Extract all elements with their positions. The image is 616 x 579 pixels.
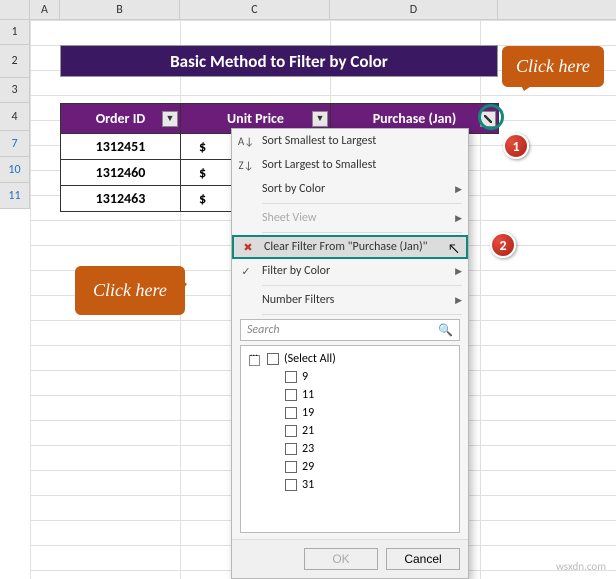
clear-filter-icon: ✖ — [240, 239, 256, 255]
row-header-4[interactable]: 4 — [0, 103, 29, 131]
col-header-D[interactable]: D — [330, 0, 498, 19]
row-headers: 123471011 — [0, 20, 30, 209]
cursor-icon: ↖ — [448, 240, 460, 257]
sort-by-color-label: Sort by Color — [262, 182, 325, 196]
sort-ascending[interactable]: A↓ Sort Smallest to Largest — [232, 129, 468, 153]
dialog-buttons: OK Cancel — [232, 539, 468, 578]
tree-item[interactable]: 19 — [245, 404, 455, 422]
tree-item[interactable]: 29 — [245, 458, 455, 476]
checkbox[interactable] — [285, 371, 297, 383]
col-header-B[interactable]: B — [60, 0, 180, 19]
cancel-button[interactable]: Cancel — [386, 548, 460, 570]
row-header-11[interactable]: 11 — [0, 183, 29, 209]
tree-label: 19 — [302, 406, 314, 420]
checkbox[interactable] — [285, 407, 297, 419]
sort-by-color[interactable]: Sort by Color ▶ — [232, 177, 468, 201]
tree-item[interactable]: 23 — [245, 440, 455, 458]
submenu-arrow-icon: ▶ — [455, 266, 462, 277]
tree-label: 31 — [302, 478, 314, 492]
header-label: Purchase (Jan) — [373, 110, 457, 127]
checkbox[interactable] — [285, 443, 297, 455]
filter-by-color[interactable]: ✓ Filter by Color ▶ — [232, 259, 468, 283]
order-id-cell[interactable]: 1312463 — [61, 186, 181, 212]
col-header-corner[interactable] — [0, 0, 30, 19]
highlight-ring — [478, 104, 504, 130]
tree-label: 23 — [302, 442, 314, 456]
sort-asc-label: Sort Smallest to Largest — [262, 134, 376, 148]
callout-click-here-2: Click here — [75, 266, 185, 315]
sort-descending[interactable]: Z↓ Sort Largest to Smallest — [232, 153, 468, 177]
col-header-cell: Order ID ▼ — [61, 104, 181, 134]
tree-label: 9 — [302, 370, 308, 384]
col-header-C[interactable]: C — [180, 0, 330, 19]
tree-item[interactable]: 9 — [245, 368, 455, 386]
separator — [262, 285, 462, 286]
filter-context-menu: A↓ Sort Smallest to Largest Z↓ Sort Larg… — [231, 128, 469, 579]
tree-item[interactable]: (Select All) — [245, 350, 455, 368]
sheet-view-label: Sheet View — [262, 211, 316, 225]
separator — [262, 314, 462, 315]
sort-asc-icon: A↓ — [238, 133, 254, 149]
col-header-A[interactable]: A — [30, 0, 60, 19]
order-id-cell[interactable]: 1312460 — [61, 160, 181, 186]
tree-item[interactable]: 21 — [245, 422, 455, 440]
title-banner: Basic Method to Filter by Color — [60, 45, 498, 77]
row-header-7[interactable]: 7 — [0, 131, 29, 157]
check-icon: ✓ — [238, 263, 254, 279]
row-header-1[interactable]: 1 — [0, 20, 29, 45]
search-input[interactable]: Search 🔍 — [240, 319, 460, 341]
tree-item[interactable]: 11 — [245, 386, 455, 404]
callout-click-here-1: Click here — [502, 46, 604, 87]
row-header-2[interactable]: 2 — [0, 45, 29, 78]
tree-label: 11 — [302, 388, 314, 402]
checkbox[interactable] — [267, 353, 279, 365]
clear-filter-label: Clear Filter From "Purchase (Jan)" — [264, 240, 427, 254]
number-filters[interactable]: Number Filters ▶ — [232, 288, 468, 312]
search-icon: 🔍 — [438, 323, 453, 338]
header-label: Unit Price — [227, 110, 284, 127]
checkbox[interactable] — [285, 425, 297, 437]
sort-desc-icon: Z↓ — [238, 157, 254, 173]
ok-button[interactable]: OK — [304, 548, 378, 570]
step-badge-2: 2 — [490, 232, 516, 258]
search-placeholder: Search — [247, 323, 280, 337]
header-label: Order ID — [96, 110, 146, 127]
column-headers: ABCD — [0, 0, 616, 20]
filter-dropdown-button[interactable]: ▼ — [312, 111, 328, 127]
tree-label: (Select All) — [284, 352, 336, 366]
sort-desc-label: Sort Largest to Smallest — [262, 158, 376, 172]
tree-item[interactable]: 31 — [245, 476, 455, 494]
checkbox[interactable] — [285, 389, 297, 401]
separator — [262, 203, 462, 204]
submenu-arrow-icon: ▶ — [455, 295, 462, 306]
sheet-view: Sheet View ▶ — [232, 206, 468, 230]
clear-filter[interactable]: ✖ Clear Filter From "Purchase (Jan)" ↖ — [232, 235, 468, 259]
tree-label: 21 — [302, 424, 314, 438]
step-badge-1: 1 — [503, 133, 529, 159]
filter-dropdown-button[interactable]: ▼ — [162, 111, 178, 127]
filter-by-color-label: Filter by Color — [262, 264, 330, 278]
checkbox[interactable] — [285, 479, 297, 491]
watermark: wsxdn.com — [556, 560, 606, 573]
filter-values-tree[interactable]: (Select All) 9 11 19 21 23 29 31 — [240, 345, 460, 533]
separator — [262, 232, 462, 233]
tree-label: 29 — [302, 460, 314, 474]
row-header-10[interactable]: 10 — [0, 157, 29, 183]
number-filters-label: Number Filters — [262, 293, 334, 307]
order-id-cell[interactable]: 1312451 — [61, 134, 181, 160]
submenu-arrow-icon: ▶ — [455, 213, 462, 224]
row-header-3[interactable]: 3 — [0, 78, 29, 103]
submenu-arrow-icon: ▶ — [455, 184, 462, 195]
checkbox[interactable] — [285, 461, 297, 473]
